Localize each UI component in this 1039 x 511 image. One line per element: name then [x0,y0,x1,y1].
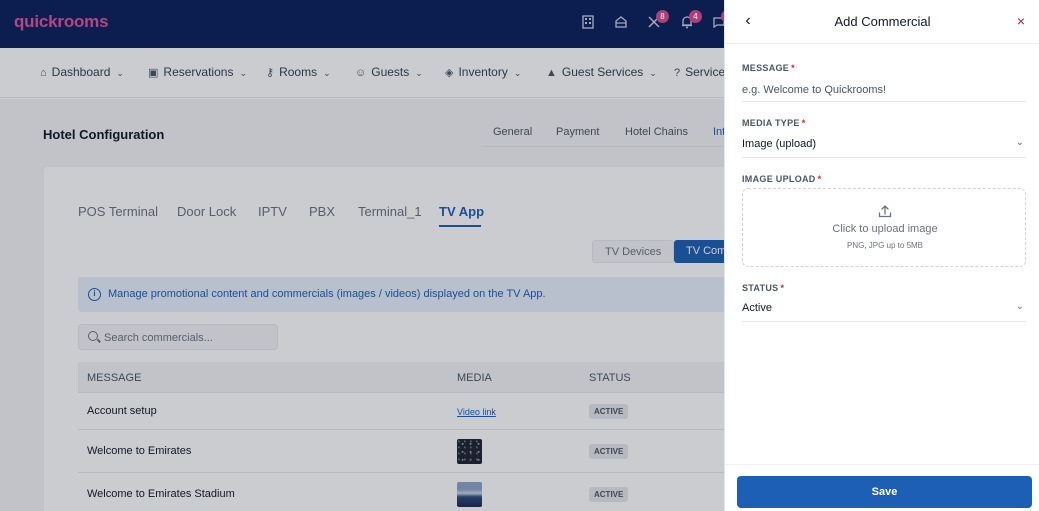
drawer-header: ‹ Add Commercial × [725,0,1039,44]
status-label-text: STATUS [742,283,779,293]
close-button[interactable]: × [1013,12,1029,30]
drawer-footer: Save [725,464,1039,511]
chevron-down-icon: ⌄ [1015,301,1024,312]
required-mark: * [780,283,785,293]
status-label: STATUS * [742,283,784,293]
save-button[interactable]: Save [737,476,1032,508]
required-mark: * [801,118,806,128]
drawer-title: Add Commercial [834,14,931,29]
media-type-label-text: MEDIA TYPE [742,118,800,128]
status-value: Active [742,302,772,314]
chevron-down-icon: ⌄ [1015,137,1024,148]
required-mark: * [791,63,795,73]
message-label-text: MESSAGE [742,63,790,73]
image-upload-label: IMAGE UPLOAD * [742,174,821,184]
message-input[interactable] [742,78,1026,102]
media-type-label: MEDIA TYPE * [742,118,806,128]
add-commercial-drawer: ‹ Add Commercial × MESSAGE* MEDIA TYPE* … [724,0,1039,511]
modal-backdrop[interactable] [0,0,724,511]
media-type-select[interactable]: Image (upload) ⌄ [742,134,1026,158]
upload-text: Click to upload image [832,223,938,235]
image-upload-label-text: IMAGE UPLOAD [742,174,816,184]
media-type-value: Image (upload) [742,138,816,150]
status-select[interactable]: Active ⌄ [742,298,1026,322]
message-label: MESSAGE * [742,63,795,73]
upload-icon [878,205,892,218]
image-upload-dropzone[interactable]: Click to upload image PNG, JPG up to 5MB [742,188,1026,267]
upload-hint: PNG, JPG up to 5MB [846,241,924,250]
required-mark: * [817,174,822,184]
